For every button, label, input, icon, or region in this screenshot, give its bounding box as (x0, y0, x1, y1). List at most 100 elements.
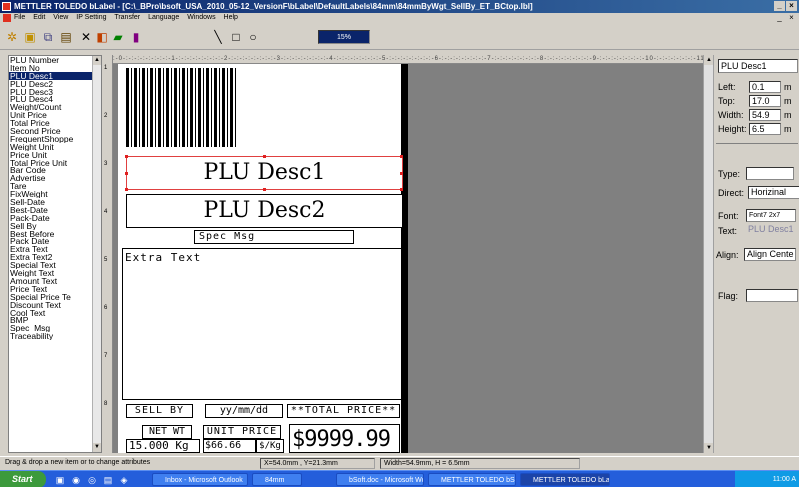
field-list-item[interactable]: Sell-Date (9, 198, 101, 206)
field-list-item[interactable]: Price Text (9, 285, 101, 293)
close-icon[interactable]: × (786, 1, 797, 11)
image-tool-icon[interactable]: ▰ (110, 29, 126, 45)
field-list-item[interactable]: Best-Date (9, 206, 101, 214)
barcode-field[interactable] (126, 68, 238, 147)
plu-desc1-field[interactable]: PLU Desc1 (126, 156, 403, 190)
text-input[interactable]: PLU Desc1 (746, 224, 796, 237)
task-blabel[interactable]: METTLER TOLEDO bLa... (520, 473, 610, 486)
menu-view[interactable]: View (53, 14, 68, 21)
menu-edit[interactable]: Edit (33, 14, 45, 21)
extra-text-field[interactable]: Extra Text (122, 248, 402, 400)
flag-select[interactable] (746, 289, 798, 302)
field-list-item[interactable]: Weight Unit (9, 143, 101, 151)
field-list-item[interactable]: Discount Text (9, 301, 101, 309)
field-list-item[interactable]: Traceability (9, 332, 101, 340)
open-folder-icon[interactable]: ▣ (22, 29, 38, 45)
field-list-item[interactable]: Total Price (9, 119, 101, 127)
field-list-item[interactable]: Unit Price (9, 111, 101, 119)
field-list-item[interactable]: BMP (9, 316, 101, 324)
copy-icon[interactable]: ⧉ (40, 29, 56, 45)
field-list-item[interactable]: Pack-Date (9, 214, 101, 222)
field-list[interactable]: PLU Number Item No PLU Desc1 PLU Desc2 PLU D… (8, 55, 102, 453)
task-bsoft[interactable]: METTLER TOLEDO bSoft (428, 473, 516, 486)
zoom-indicator[interactable]: 15% (318, 30, 370, 44)
price-unit-field[interactable]: $/Kg (256, 439, 284, 453)
field-list-item[interactable]: Total Price Unit (9, 159, 101, 167)
new-file-icon[interactable]: ✲ (4, 29, 20, 45)
canvas-scrollbar[interactable]: ▲ ▼ (703, 55, 714, 453)
font-select[interactable]: Font7 2x7 (746, 209, 796, 222)
total-price-label-field[interactable]: **TOTAL PRICE** (287, 404, 400, 418)
field-list-item[interactable]: PLU Desc3 (9, 88, 101, 96)
field-list-item[interactable]: Item No (9, 64, 101, 72)
field-list-item[interactable]: Advertise (9, 174, 101, 182)
resize-handle[interactable] (400, 155, 403, 158)
quicklaunch-icon[interactable]: ◈ (116, 472, 132, 487)
resize-handle[interactable] (400, 188, 403, 191)
plu-desc2-field[interactable]: PLU Desc2 (126, 194, 403, 228)
field-list-item[interactable]: Tare (9, 182, 101, 190)
scroll-up-icon[interactable]: ▲ (93, 56, 101, 65)
rectangle-tool-icon[interactable]: □ (228, 29, 244, 45)
field-list-item[interactable]: Extra Text2 (9, 253, 101, 261)
delete-icon[interactable]: ✕ (78, 29, 94, 45)
resize-handle[interactable] (125, 155, 128, 158)
align-select[interactable]: Align Cente (744, 248, 796, 261)
type-select[interactable] (746, 167, 794, 180)
field-list-item[interactable]: PLU Number (9, 56, 101, 64)
field-list-item[interactable]: Price Unit (9, 151, 101, 159)
menu-transfer[interactable]: Transfer (114, 14, 140, 21)
field-list-scrollbar[interactable]: ▲ ▼ (92, 56, 101, 452)
line-tool-icon[interactable]: ╲ (210, 29, 226, 45)
menu-windows[interactable]: Windows (187, 14, 215, 21)
resize-handle[interactable] (125, 188, 128, 191)
quicklaunch-icon[interactable]: ◉ (68, 472, 84, 487)
menu-language[interactable]: Language (148, 14, 179, 21)
field-list-item[interactable]: Special Text (9, 261, 101, 269)
sell-by-field[interactable]: SELL BY (126, 404, 193, 418)
task-folder[interactable]: 84mm (252, 473, 302, 486)
field-list-item[interactable]: Second Price (9, 127, 101, 135)
spec-msg-field[interactable]: Spec Msg (194, 230, 354, 244)
resize-handle[interactable] (263, 155, 266, 158)
field-list-item[interactable]: FixWeight (9, 190, 101, 198)
task-outlook[interactable]: Inbox - Microsoft Outlook (152, 473, 248, 486)
object-select[interactable]: PLU Desc1 (718, 59, 798, 73)
barcode-tool-icon[interactable]: ▮ (128, 29, 144, 45)
doc-minimize-icon[interactable]: _ (774, 13, 785, 22)
print-icon[interactable]: ▤ (58, 29, 74, 45)
unit-price-label-field[interactable]: UNIT PRICE (203, 425, 281, 439)
quicklaunch-icon[interactable]: ▤ (100, 472, 116, 487)
direct-select[interactable]: Horizinal (748, 186, 799, 199)
resize-handle[interactable] (125, 172, 128, 175)
net-wt-field[interactable]: NET WT (142, 425, 192, 439)
quicklaunch-icon[interactable]: ▣ (52, 472, 68, 487)
text-tool-icon[interactable]: ◧ (94, 29, 110, 45)
left-input[interactable]: 0.1 (749, 81, 781, 93)
field-list-item[interactable]: Sell By (9, 222, 101, 230)
field-list-item[interactable]: Amount Text (9, 277, 101, 285)
unit-price-value-field[interactable]: $66.66 (203, 439, 256, 453)
field-list-item[interactable]: PLU Desc2 (9, 80, 101, 88)
start-button[interactable]: Start (0, 471, 46, 487)
total-price-value-field[interactable]: $9999.99 (289, 424, 400, 453)
minimize-icon[interactable]: _ (774, 1, 785, 11)
resize-handle[interactable] (263, 188, 266, 191)
menu-help[interactable]: Help (224, 14, 238, 21)
field-list-item[interactable]: FrequentShoppe (9, 135, 101, 143)
doc-close-icon[interactable]: × (786, 13, 797, 22)
width-input[interactable]: 54.9 (749, 109, 781, 121)
field-list-item[interactable]: PLU Desc1 (9, 71, 101, 80)
field-list-item[interactable]: Pack Date (9, 237, 101, 245)
resize-handle[interactable] (400, 172, 403, 175)
field-list-item[interactable]: Extra Text (9, 245, 101, 253)
quicklaunch-icon[interactable]: ◎ (84, 472, 100, 487)
weight-value-field[interactable]: 15.000 Kg (126, 439, 200, 453)
field-list-item[interactable]: Cool Text (9, 309, 101, 317)
field-list-item[interactable]: Weight Text (9, 269, 101, 277)
top-input[interactable]: 17.0 (749, 95, 781, 107)
menu-ip-setting[interactable]: IP Setting (76, 14, 106, 21)
menu-file[interactable]: File (14, 14, 25, 21)
field-list-item[interactable]: Spec_Msg (9, 324, 101, 332)
height-input[interactable]: 6.5 (749, 123, 781, 135)
